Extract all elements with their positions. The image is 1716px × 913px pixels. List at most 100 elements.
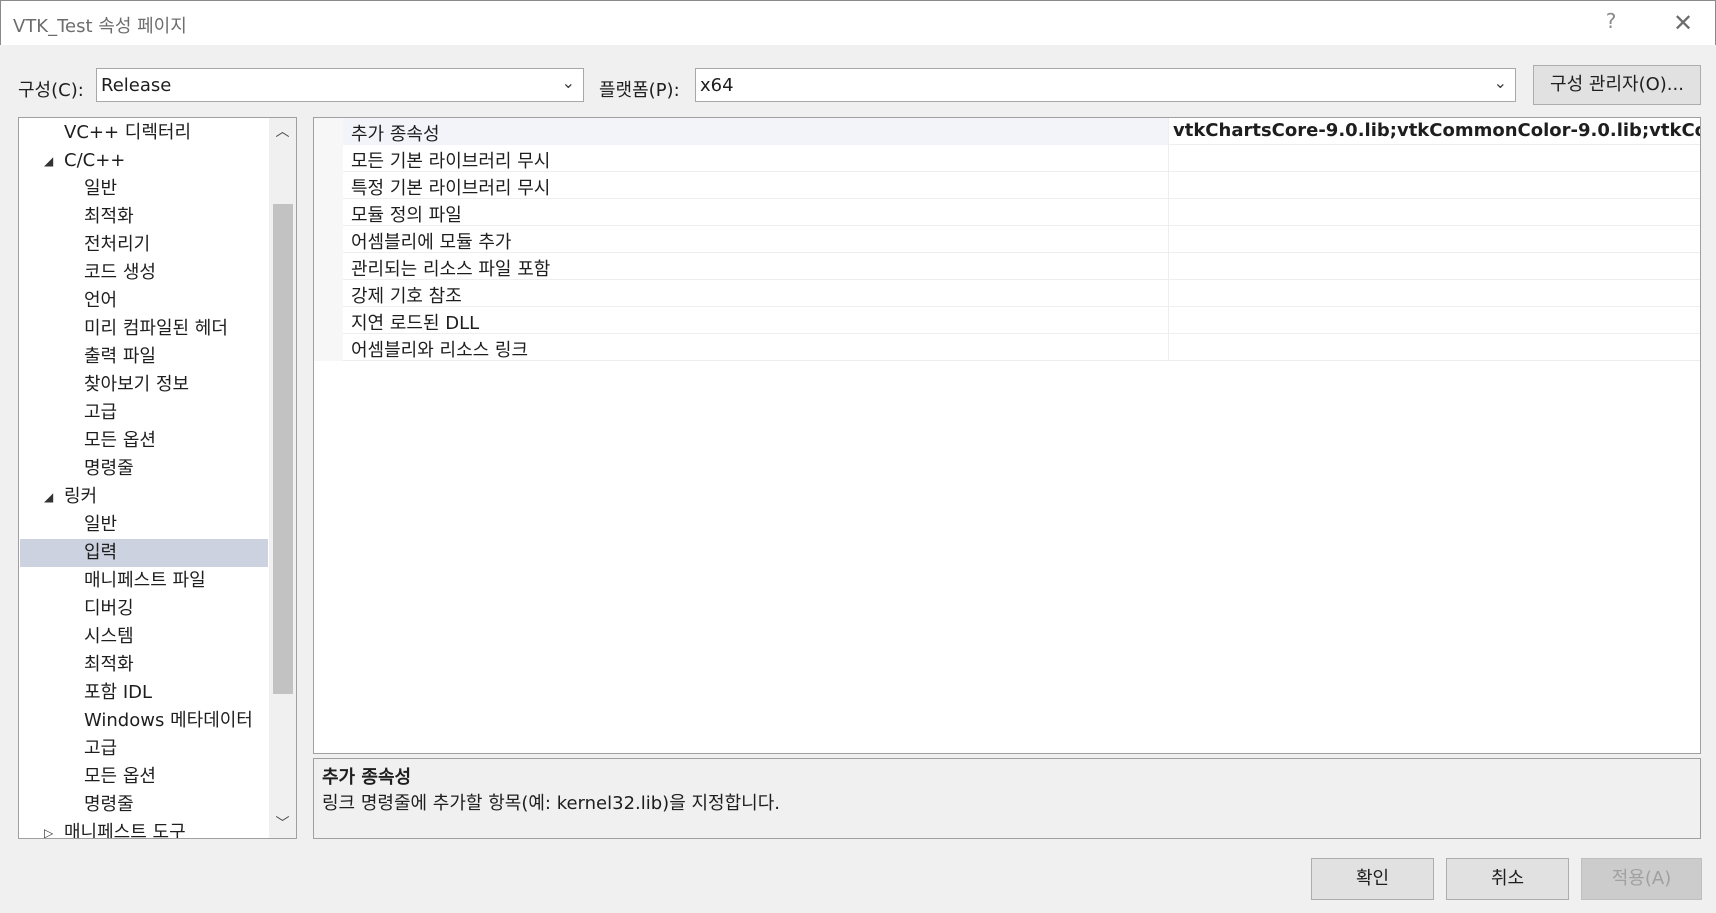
row-gutter xyxy=(314,118,343,145)
ok-button[interactable]: 확인 xyxy=(1311,858,1434,900)
tree-item[interactable]: 입력 xyxy=(20,539,268,567)
tree-item-label: 모든 옵션 xyxy=(84,766,156,787)
grid-row[interactable]: 강제 기호 참조 xyxy=(314,280,1700,307)
tree-item-label: 포함 IDL xyxy=(84,682,153,703)
grid-row[interactable]: 관리되는 리소스 파일 포함 xyxy=(314,253,1700,280)
config-value: Release xyxy=(101,75,172,96)
row-gutter xyxy=(314,226,343,253)
row-gutter xyxy=(314,307,343,334)
tree-item-label: 매니페스트 파일 xyxy=(84,570,206,591)
tree-item[interactable]: 모든 옵션 xyxy=(20,427,268,455)
tree-scrollbar[interactable]: ︿ ﹀ xyxy=(269,118,296,838)
tree-item[interactable]: 매니페스트 파일 xyxy=(20,567,268,595)
tree-item[interactable]: 일반 xyxy=(20,175,268,203)
collapse-arrow-icon[interactable]: ◢ xyxy=(44,147,53,175)
property-name: 추가 종속성 xyxy=(351,124,440,145)
config-manager-button[interactable]: 구성 관리자(O)... xyxy=(1533,65,1701,105)
tree-item[interactable]: 시스템 xyxy=(20,623,268,651)
config-combo[interactable]: Release ⌄ xyxy=(96,68,584,102)
description-panel: 추가 종속성 링크 명령줄에 추가할 항목(예: kernel32.lib)을 … xyxy=(313,758,1701,839)
tree-item[interactable]: 전처리기 xyxy=(20,231,268,259)
chevron-down-icon: ⌄ xyxy=(1493,73,1507,92)
platform-label: 플랫폼(P): xyxy=(599,80,680,101)
description-text: 링크 명령줄에 추가할 항목(예: kernel32.lib)을 지정합니다. xyxy=(322,793,780,814)
tree-item-label: 고급 xyxy=(84,402,118,423)
tree-item-label: 시스템 xyxy=(84,626,134,647)
tree-item[interactable]: ◢ 링커 xyxy=(20,483,268,511)
tree-item[interactable]: 최적화 xyxy=(20,651,268,679)
property-name: 어셈블리와 리소스 링크 xyxy=(351,340,529,361)
tree-item[interactable]: 언어 xyxy=(20,287,268,315)
window-title: VTK_Test 속성 페이지 xyxy=(13,16,187,37)
grid-row[interactable]: 어셈블리와 리소스 링크 xyxy=(314,334,1700,361)
tree-item-label: 일반 xyxy=(84,514,118,535)
name-cell xyxy=(343,118,1169,145)
tree-item-label: 모든 옵션 xyxy=(84,430,156,451)
row-gutter xyxy=(314,253,343,280)
tree-item[interactable]: Windows 메타데이터 xyxy=(20,707,268,735)
property-tree[interactable]: VC++ 디렉터리 ◢ C/C++ 일반 최적화 전처리기 코드 생성 언어 미리 컴파일된 헤… xyxy=(18,117,297,839)
grid-row[interactable]: 모든 기본 라이브러리 무시 xyxy=(314,145,1700,172)
tree-item[interactable]: 미리 컴파일된 헤더 xyxy=(20,315,268,343)
tree-item[interactable]: ◢ C/C++ xyxy=(20,147,268,175)
chevron-down-icon[interactable]: ﹀ xyxy=(269,810,296,838)
row-gutter xyxy=(314,145,343,172)
description-title: 추가 종속성 xyxy=(322,767,412,788)
tree-item-label: 출력 파일 xyxy=(84,346,156,367)
expand-arrow-icon[interactable]: ▷ xyxy=(44,819,53,838)
row-gutter xyxy=(314,280,343,307)
tree-item-label: 찾아보기 정보 xyxy=(84,374,190,395)
platform-value: x64 xyxy=(700,75,734,96)
tree-item[interactable]: 명령줄 xyxy=(20,791,268,819)
row-gutter xyxy=(314,334,343,361)
help-button[interactable]: ? xyxy=(1599,9,1623,37)
row-gutter xyxy=(314,199,343,226)
tree-item[interactable]: 코드 생성 xyxy=(20,259,268,287)
tree-item-label: 코드 생성 xyxy=(84,262,156,283)
tree-item[interactable]: 포함 IDL xyxy=(20,679,268,707)
tree-item[interactable]: 디버깅 xyxy=(20,595,268,623)
tree-item[interactable]: 고급 xyxy=(20,735,268,763)
apply-button[interactable]: 적용(A) xyxy=(1581,858,1702,900)
tree-item[interactable]: 명령줄 xyxy=(20,455,268,483)
tree-item[interactable]: 출력 파일 xyxy=(20,343,268,371)
tree-item-label: C/C++ xyxy=(64,150,126,171)
tree-item[interactable]: 일반 xyxy=(20,511,268,539)
close-button[interactable]: ✕ xyxy=(1666,7,1700,39)
cancel-button[interactable]: 취소 xyxy=(1446,858,1569,900)
tree-item-label: 최적화 xyxy=(84,654,134,675)
property-name: 모듈 정의 파일 xyxy=(351,205,462,226)
scrollbar-thumb[interactable] xyxy=(273,204,293,694)
row-gutter xyxy=(314,172,343,199)
grid-row[interactable]: 추가 종속성 vtkChartsCore-9.0.lib;vtkCommonCol… xyxy=(314,118,1700,145)
property-name: 어셈블리에 모듈 추가 xyxy=(351,232,512,253)
tree-item-label: 최적화 xyxy=(84,206,134,227)
tree-item[interactable]: 고급 xyxy=(20,399,268,427)
property-name: 특정 기본 라이브러리 무시 xyxy=(351,178,551,199)
property-grid[interactable]: 추가 종속성 vtkChartsCore-9.0.lib;vtkCommonCol… xyxy=(313,117,1701,754)
property-name: 강제 기호 참조 xyxy=(351,286,462,307)
grid-row[interactable]: 모듈 정의 파일 xyxy=(314,199,1700,226)
tree-item-label: 입력 xyxy=(84,542,118,563)
tree-item[interactable]: 최적화 xyxy=(20,203,268,231)
name-cell xyxy=(343,280,1169,307)
property-name: 관리되는 리소스 파일 포함 xyxy=(351,259,551,280)
tree-item-label: Windows 메타데이터 xyxy=(84,710,253,731)
chevron-up-icon[interactable]: ︿ xyxy=(269,118,296,146)
grid-row[interactable]: 어셈블리에 모듈 추가 xyxy=(314,226,1700,253)
grid-row[interactable]: 지연 로드된 DLL xyxy=(314,307,1700,334)
platform-combo[interactable]: x64 ⌄ xyxy=(695,68,1516,102)
tree-item-label: 링커 xyxy=(64,486,98,507)
tree-item-label: 명령줄 xyxy=(84,794,134,815)
tree-item-label: 디버깅 xyxy=(84,598,134,619)
grid-row[interactable]: 특정 기본 라이브러리 무시 xyxy=(314,172,1700,199)
tree-item[interactable]: 모든 옵션 xyxy=(20,763,268,791)
config-label: 구성(C): xyxy=(18,80,84,101)
name-cell xyxy=(343,199,1169,226)
tree-item-label: VC++ 디렉터리 xyxy=(64,122,192,143)
tree-item[interactable]: ▷ 매니페스트 도구 xyxy=(20,819,268,838)
tree-item[interactable]: VC++ 디렉터리 xyxy=(20,119,268,147)
collapse-arrow-icon[interactable]: ◢ xyxy=(44,483,53,511)
property-value[interactable]: vtkChartsCore-9.0.lib;vtkCommonColor-9.0… xyxy=(1173,120,1700,141)
tree-item[interactable]: 찾아보기 정보 xyxy=(20,371,268,399)
